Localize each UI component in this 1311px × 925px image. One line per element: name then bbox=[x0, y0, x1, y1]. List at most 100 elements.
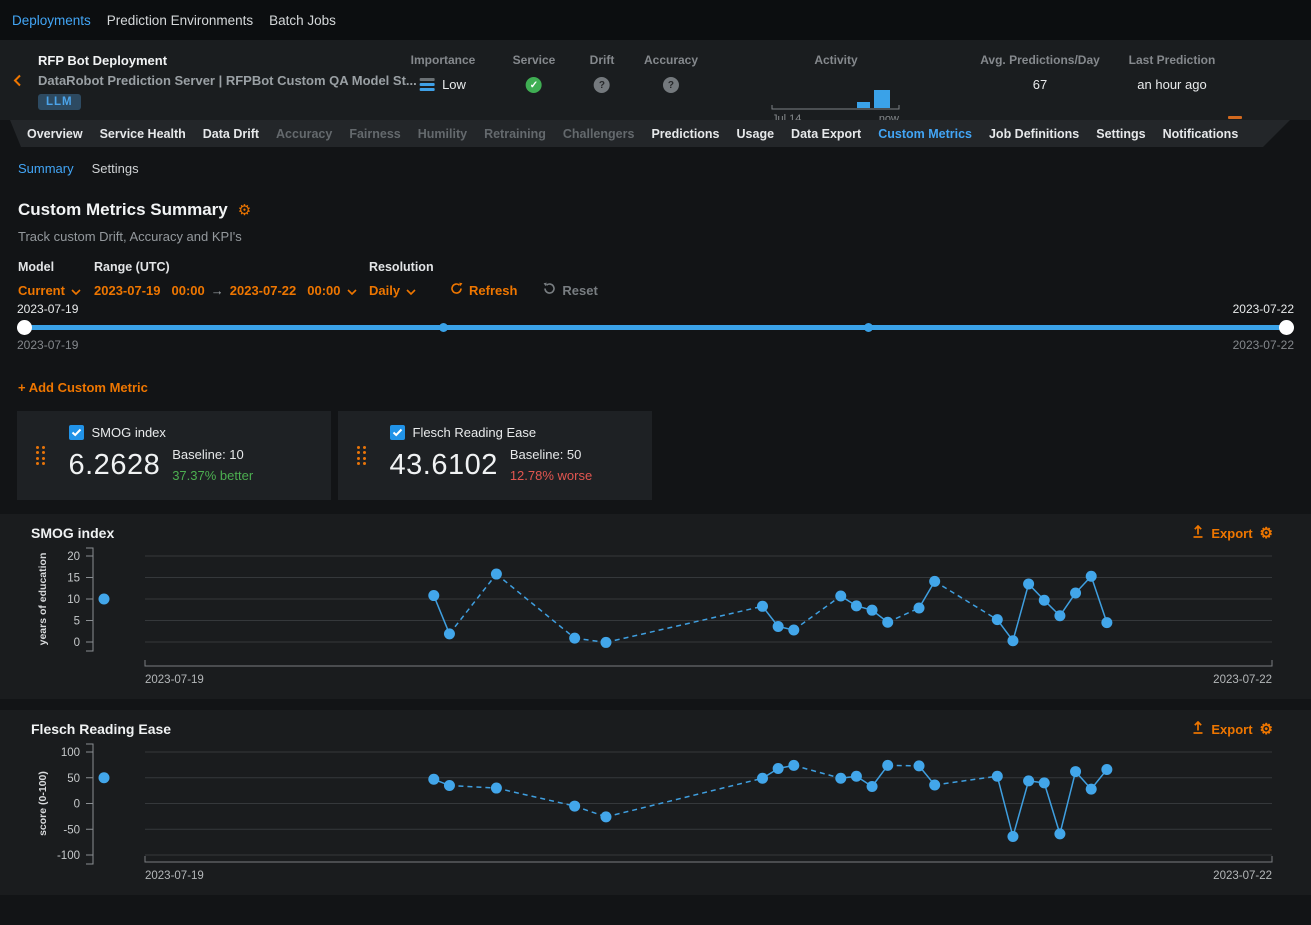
stat-activity: Activity Jul 14now bbox=[770, 53, 902, 130]
tab-notifications[interactable]: Notifications bbox=[1163, 127, 1239, 141]
series-segment bbox=[449, 785, 496, 788]
series-segment bbox=[434, 596, 450, 634]
data-point bbox=[1023, 775, 1034, 786]
metric-value-row: 6.2628Baseline: 1037.37% better bbox=[69, 444, 254, 486]
metric-name: Flesch Reading Ease bbox=[413, 425, 537, 440]
chart-settings-gear-icon[interactable]: ⚙ bbox=[1260, 722, 1273, 737]
data-point bbox=[1086, 784, 1097, 795]
tab-custom-metrics[interactable]: Custom Metrics bbox=[878, 127, 972, 141]
chart-title: Flesch Reading Ease bbox=[31, 721, 171, 737]
data-point bbox=[851, 600, 862, 611]
metric-card-header: SMOG index bbox=[69, 425, 254, 440]
range-dropdown[interactable]: 2023-07-1900:00 → 2023-07-2200:00 bbox=[94, 283, 369, 298]
data-point bbox=[757, 601, 768, 612]
export-button[interactable]: Export ⚙ bbox=[1192, 525, 1273, 541]
series-segment bbox=[606, 778, 763, 817]
data-point bbox=[600, 811, 611, 822]
slider-handle-left[interactable] bbox=[17, 320, 32, 335]
slider-end-sublabel: 2023-07-22 bbox=[1233, 338, 1294, 354]
y-tick-label: 0 bbox=[74, 637, 80, 649]
metric-card-content: SMOG index 6.2628Baseline: 1037.37% bette… bbox=[69, 425, 254, 486]
export-label: Export bbox=[1211, 526, 1252, 541]
metric-checkbox[interactable] bbox=[69, 425, 84, 440]
series-segment bbox=[1044, 783, 1060, 834]
data-point bbox=[851, 771, 862, 782]
tab-data-export[interactable]: Data Export bbox=[791, 127, 861, 141]
data-point bbox=[788, 760, 799, 771]
chart-settings-gear-icon[interactable]: ⚙ bbox=[1260, 526, 1273, 541]
refresh-button[interactable]: Refresh bbox=[450, 282, 517, 298]
range-arrow: → bbox=[211, 283, 224, 298]
range-label: Range (UTC) bbox=[94, 260, 369, 274]
x-end-label: 2023-07-22 bbox=[1213, 674, 1272, 686]
tab-overview[interactable]: Overview bbox=[27, 127, 83, 141]
page-subtitle: Track custom Drift, Accuracy and KPI's bbox=[18, 229, 1311, 244]
tab-usage[interactable]: Usage bbox=[737, 127, 775, 141]
nav-item-deployments[interactable]: Deployments bbox=[12, 13, 91, 28]
data-point bbox=[867, 605, 878, 616]
y-tick-label: 20 bbox=[67, 551, 80, 563]
settings-gear-icon[interactable]: ⚙ bbox=[238, 203, 251, 218]
chart-panel-header: SMOG indexExport⚙ bbox=[0, 514, 1311, 541]
metric-card-smog-index: SMOG index 6.2628Baseline: 1037.37% bette… bbox=[17, 411, 331, 500]
data-point bbox=[1039, 595, 1050, 606]
deployment-tab-bar: OverviewService HealthData DriftAccuracy… bbox=[0, 120, 1311, 147]
slider-track[interactable] bbox=[17, 325, 1294, 330]
data-point bbox=[1070, 587, 1081, 598]
data-point bbox=[1007, 831, 1018, 842]
series-segment bbox=[1013, 781, 1029, 837]
model-dropdown[interactable]: Current bbox=[18, 283, 94, 298]
series-segment bbox=[606, 606, 763, 642]
metric-value: 6.2628 bbox=[69, 449, 161, 482]
data-point bbox=[1101, 764, 1112, 775]
data-point bbox=[835, 590, 846, 601]
sub-tab-settings[interactable]: Settings bbox=[92, 161, 139, 176]
nav-item-batch-jobs[interactable]: Batch Jobs bbox=[269, 13, 336, 28]
data-point bbox=[788, 624, 799, 635]
x-axis bbox=[145, 856, 1272, 862]
drag-handle-icon[interactable] bbox=[357, 446, 366, 466]
chart-panel-header: Flesch Reading Ease Export⚙ bbox=[0, 710, 1311, 737]
stat-activity-label: Activity bbox=[770, 53, 902, 67]
data-point bbox=[1007, 635, 1018, 646]
stat-last-prediction-value: an hour ago bbox=[1129, 77, 1216, 92]
data-point bbox=[600, 637, 611, 648]
stat-importance: Importance Low bbox=[411, 53, 476, 92]
metric-value-row: 43.6102Baseline: 5012.78% worse bbox=[390, 444, 593, 486]
tab-job-definitions[interactable]: Job Definitions bbox=[989, 127, 1079, 141]
nav-item-prediction-environments[interactable]: Prediction Environments bbox=[107, 13, 253, 28]
metric-card-header: Flesch Reading Ease bbox=[390, 425, 593, 440]
reset-button[interactable]: Reset bbox=[543, 282, 597, 298]
chart-plot-smog-index: 20151050years of education2023-07-192023… bbox=[0, 542, 1311, 699]
data-point bbox=[1039, 777, 1050, 788]
resolution-dropdown[interactable]: Daily bbox=[369, 283, 450, 298]
y-tick-label: 5 bbox=[74, 616, 80, 628]
back-icon[interactable] bbox=[13, 74, 22, 92]
stat-service: Service ✓ bbox=[513, 53, 556, 93]
tab-settings[interactable]: Settings bbox=[1096, 127, 1145, 141]
deployment-subtitle: DataRobot Prediction Server | RFPBot Cus… bbox=[38, 73, 417, 88]
importance-bars-icon bbox=[420, 78, 435, 91]
export-button[interactable]: Export⚙ bbox=[1192, 721, 1273, 737]
stat-drift-label: Drift bbox=[590, 53, 615, 67]
service-ok-icon: ✓ bbox=[526, 77, 542, 93]
metric-cards: SMOG index 6.2628Baseline: 1037.37% bette… bbox=[17, 411, 1311, 500]
metric-checkbox[interactable] bbox=[390, 425, 405, 440]
drag-handle-icon[interactable] bbox=[36, 446, 45, 466]
slider-handle-right[interactable] bbox=[1279, 320, 1294, 335]
y-tick-label: 0 bbox=[74, 799, 80, 811]
data-point bbox=[1054, 610, 1065, 621]
tab-challengers: Challengers bbox=[563, 127, 635, 141]
add-custom-metric-button[interactable]: + Add Custom Metric bbox=[18, 380, 1311, 395]
chevron-down-icon bbox=[347, 283, 357, 298]
tab-predictions[interactable]: Predictions bbox=[651, 127, 719, 141]
sub-tab-summary[interactable]: Summary bbox=[18, 161, 74, 176]
y-tick-label: -100 bbox=[57, 850, 80, 862]
tab-data-drift[interactable]: Data Drift bbox=[203, 127, 259, 141]
tab-service-health[interactable]: Service Health bbox=[100, 127, 186, 141]
accuracy-unknown-icon: ? bbox=[663, 77, 679, 93]
data-point bbox=[914, 603, 925, 614]
top-nav: Deployments Prediction Environments Batch … bbox=[0, 0, 1311, 40]
data-point bbox=[444, 780, 455, 791]
data-point bbox=[929, 779, 940, 790]
